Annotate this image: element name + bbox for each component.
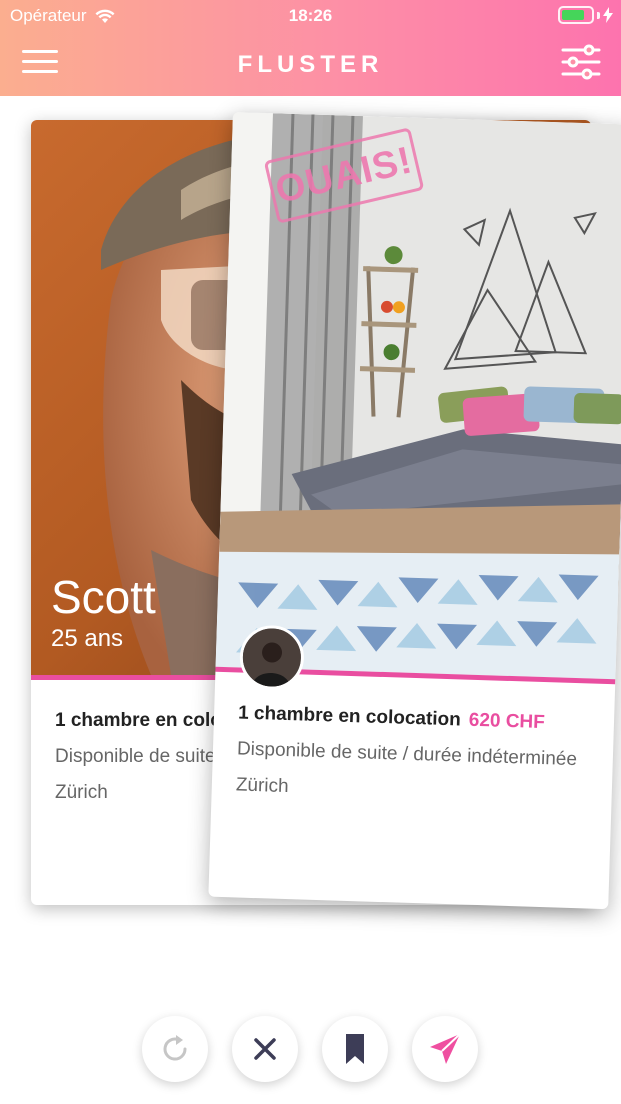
listing-card-front[interactable]: OUAIS! 1 chambre en colocation 620 CHF Di… [208,112,621,910]
app-header: Opérateur 18:26 FLUSTER [0,0,621,96]
charging-bolt-icon [603,7,613,23]
action-bar [0,1016,621,1084]
status-time: 18:26 [288,6,333,25]
sliders-icon [561,44,601,80]
undo-button[interactable] [142,1016,208,1082]
battery-fill [562,10,585,20]
profile-age: 25 ans [51,625,124,652]
status-bar: Opérateur 18:26 [0,0,621,34]
host-avatar-image [241,627,302,688]
bookmark-button[interactable] [322,1016,388,1082]
room-photo: OUAIS! [215,112,621,680]
dislike-button[interactable] [232,1016,298,1082]
app-title: FLUSTER [237,51,384,78]
card-body: 1 chambre en colocation 620 CHF Disponibl… [236,702,605,807]
listing-price: 620 CHF [468,709,546,734]
listing-title-row: 1 chambre en colocation 620 CHF [238,702,605,735]
listing-title: 1 chambre en colocation [237,702,462,731]
close-icon [254,1038,276,1060]
undo-icon [163,1035,187,1061]
send-icon [430,1033,461,1064]
bookmark-icon [346,1034,364,1064]
battery-icon [558,6,594,24]
listing-city: Zürich [235,774,289,798]
nav-bar: FLUSTER [0,34,621,96]
profile-name: Scott [51,571,156,623]
send-button[interactable] [412,1016,478,1082]
filter-button[interactable] [561,44,601,80]
host-avatar[interactable] [238,624,305,691]
battery-nub [597,11,600,19]
listing-availability: Disponible de suite / durée indéterminée [236,738,578,771]
battery-indicator [558,6,613,24]
